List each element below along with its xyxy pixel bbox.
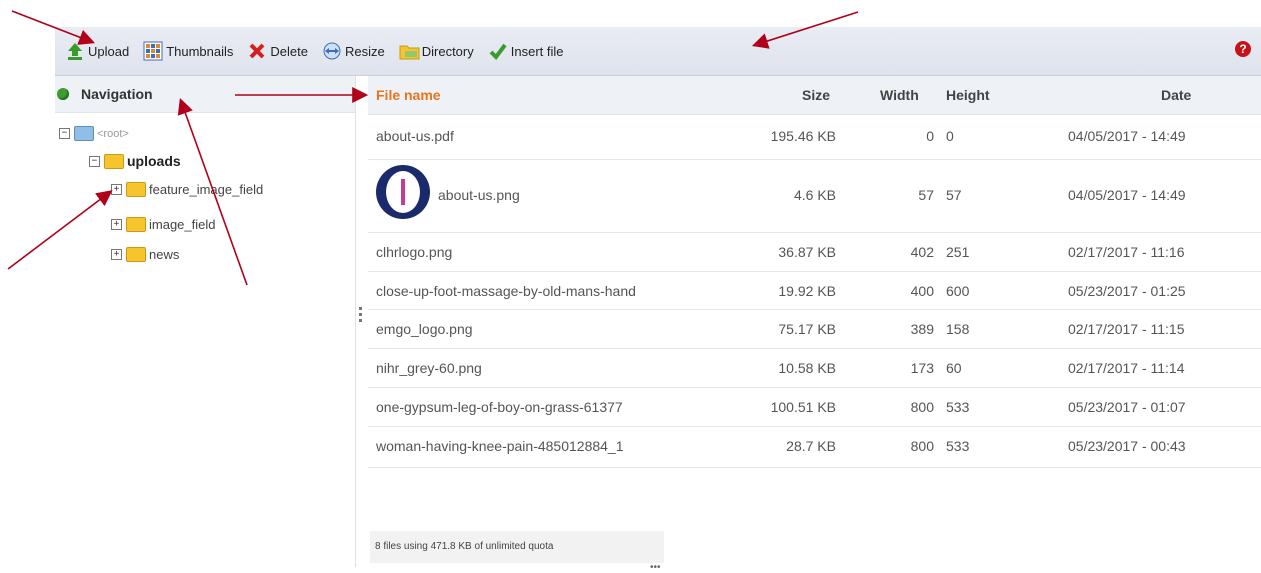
resize-button[interactable]: Resize [322,41,385,61]
column-height[interactable]: Height [946,87,990,103]
thumbnails-button[interactable]: Thumbnails [143,41,233,61]
column-file-name[interactable]: File name [376,87,441,103]
file-row[interactable]: emgo_logo.png 75.17 KB 389 158 02/17/201… [368,310,1261,349]
folder-icon [74,126,94,141]
tree-node-image-field[interactable]: + image_field [111,217,216,232]
tree-node-feature-image-field[interactable]: + feature_image_field [111,182,263,197]
file-list-header: File name Size Width Height Date [368,76,1261,115]
delete-button[interactable]: Delete [247,41,308,61]
directory-button[interactable]: Directory [399,41,474,61]
file-row[interactable]: clhrlogo.png 36.87 KB 402 251 02/17/2017… [368,233,1261,272]
file-thumbnail [376,165,430,219]
file-row[interactable]: close-up-foot-massage-by-old-mans-hand 1… [368,272,1261,310]
tree-node-news[interactable]: + news [111,247,179,262]
navigation-panel: Navigation − <root> − uploads + feature_… [55,76,356,567]
column-width[interactable]: Width [880,87,919,103]
navigation-header: Navigation [55,76,355,113]
column-size[interactable]: Size [802,87,830,103]
collapse-icon[interactable]: − [59,128,70,139]
folder-icon [399,41,420,61]
help-icon[interactable]: ? [1235,41,1251,57]
thumbnails-icon [143,41,163,61]
folder-icon [104,153,124,169]
tree-node-uploads[interactable]: − uploads [89,153,181,169]
column-date[interactable]: Date [1161,87,1191,103]
folder-icon [126,217,146,232]
tree-node-root[interactable]: − <root> [59,126,129,141]
expand-icon[interactable]: + [111,184,122,195]
file-list: File name Size Width Height Date about-u… [368,76,1261,567]
file-row[interactable]: woman-having-knee-pain-485012884_1 28.7 … [368,427,1261,468]
collapse-icon[interactable]: − [89,155,100,167]
delete-x-icon [247,41,267,61]
status-bar: 8 files using 471.8 KB of unlimited quot… [370,531,664,563]
bottom-splitter[interactable]: ••• [650,562,661,573]
file-row[interactable]: one-gypsum-leg-of-boy-on-grass-61377 100… [368,388,1261,427]
expand-icon[interactable]: + [111,219,122,230]
insert-file-button[interactable]: Insert file [488,41,564,61]
navigation-title: Navigation [81,86,153,102]
expand-icon[interactable]: + [111,249,122,260]
checkmark-icon [488,41,508,61]
folder-icon [126,182,146,197]
navigation-globe-icon [57,88,69,100]
file-row[interactable]: about-us.pdf 195.46 KB 0 0 04/05/2017 - … [368,115,1261,160]
upload-button[interactable]: Upload [65,41,129,61]
folder-icon [126,247,146,262]
panel-splitter[interactable] [359,307,363,325]
file-row[interactable]: about-us.png 4.6 KB 57 57 04/05/2017 - 1… [368,160,1261,233]
file-row[interactable]: nihr_grey-60.png 10.58 KB 173 60 02/17/2… [368,349,1261,388]
resize-icon [322,41,342,61]
upload-icon [65,41,85,61]
toolbar: Upload Thumbnails Delete Resize Director… [55,27,1261,76]
